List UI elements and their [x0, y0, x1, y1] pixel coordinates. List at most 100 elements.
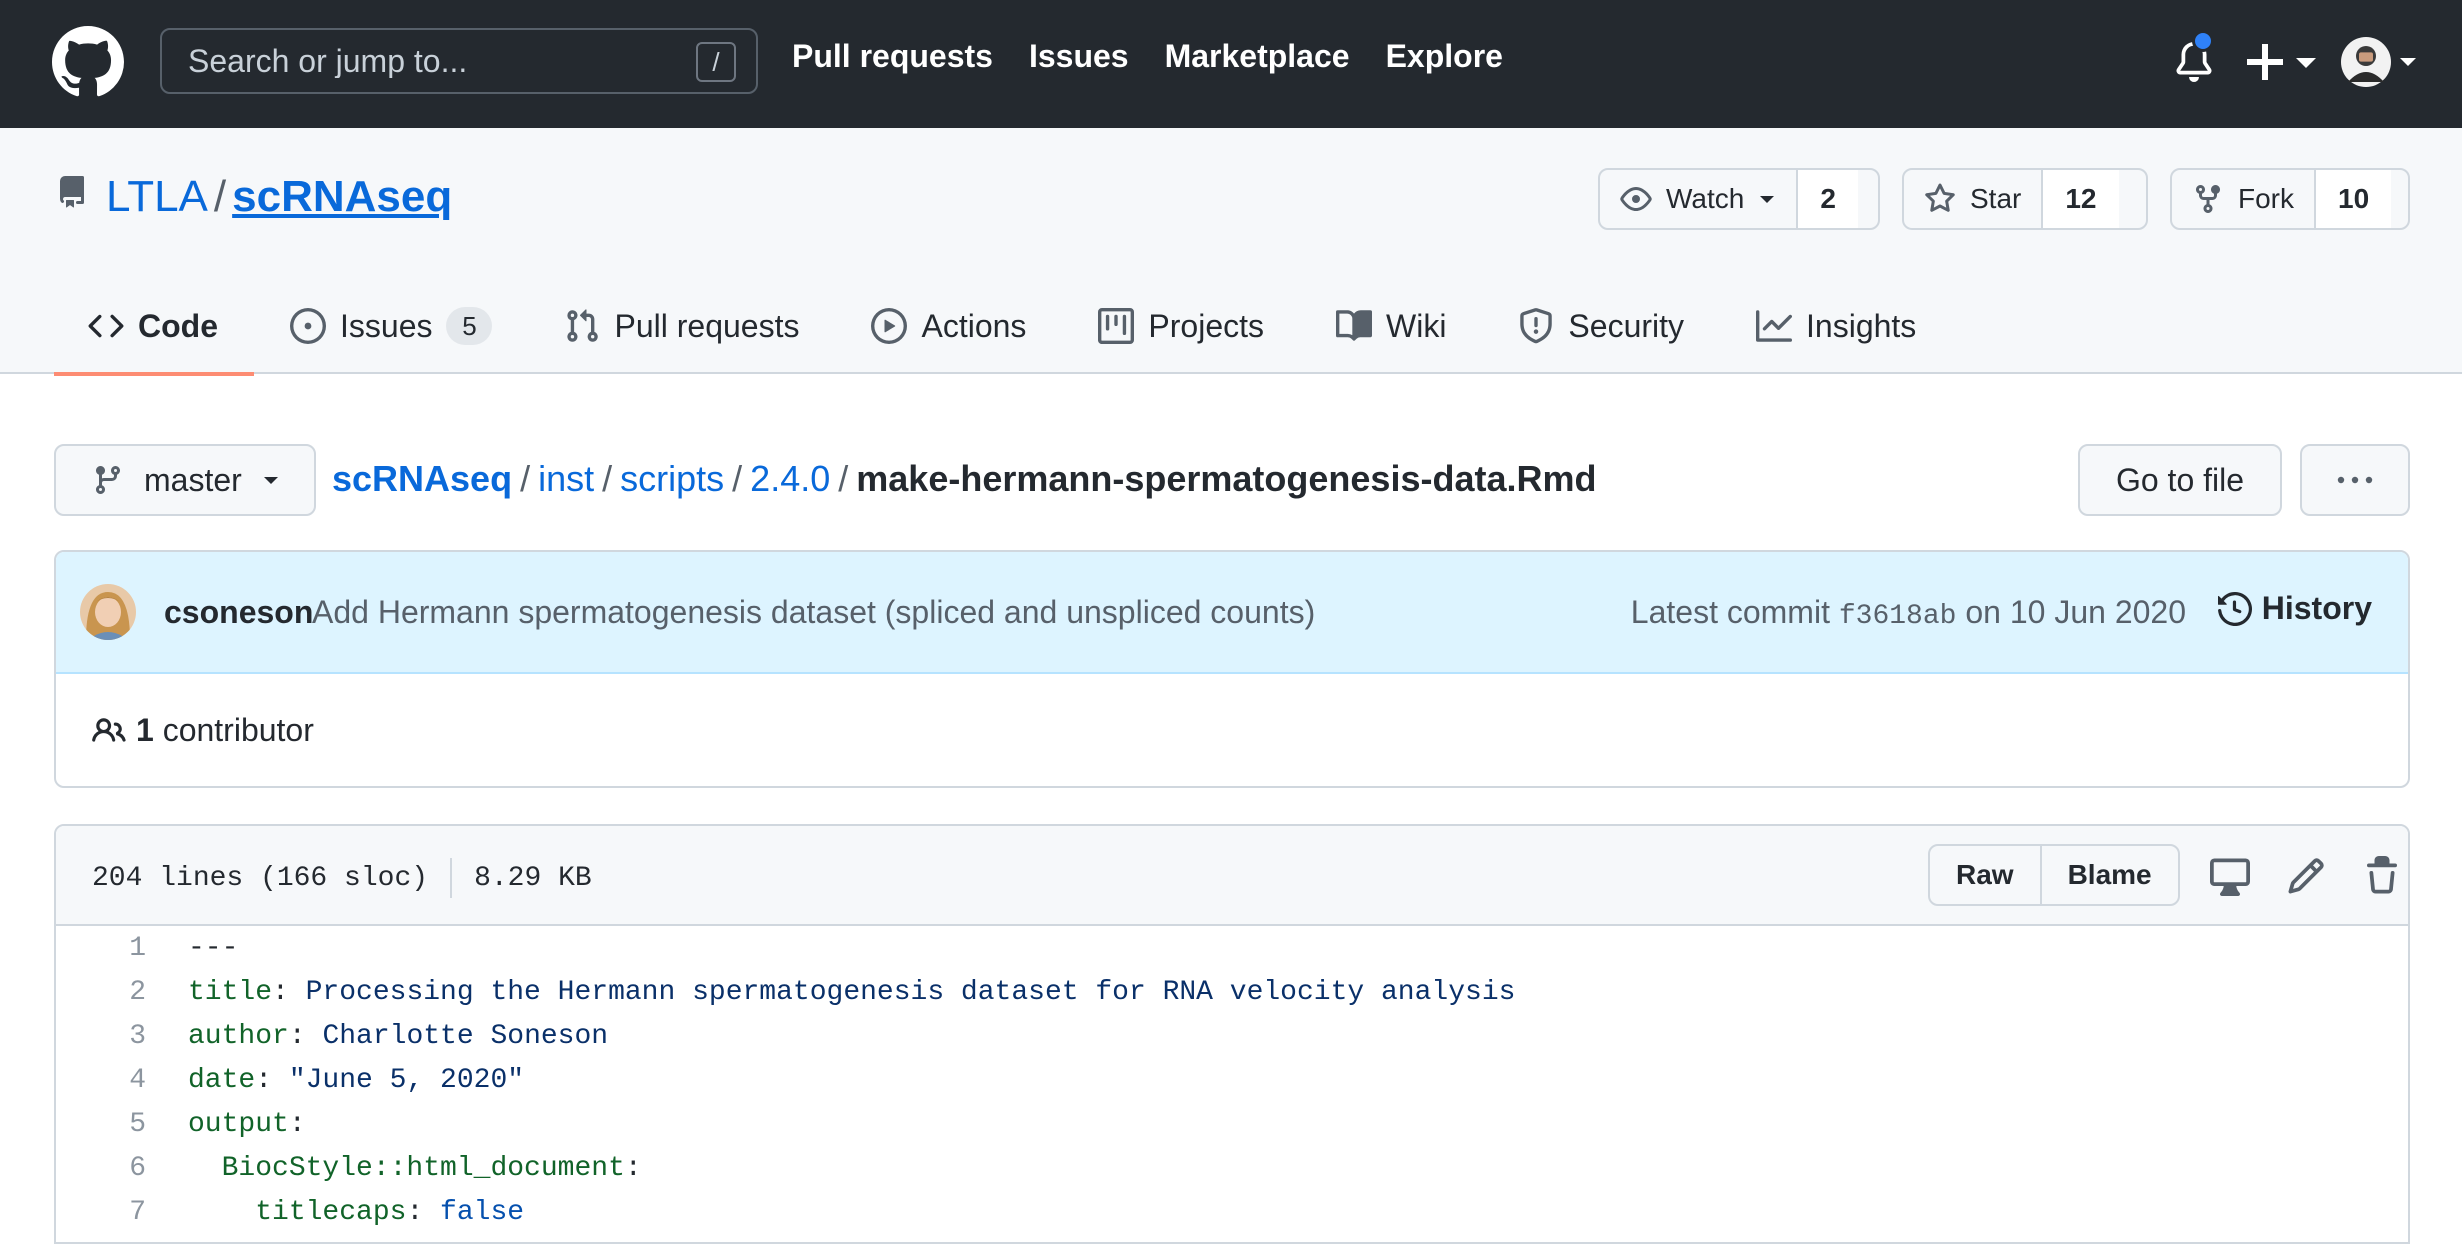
repo-header: LTLA / scRNAseq Watch 2 Star 12 Fork 10 Co… [0, 128, 2462, 376]
tab-security-label: Security [1568, 307, 1685, 344]
star-icon [1925, 183, 1955, 212]
line-number[interactable]: 1 [56, 933, 146, 964]
repo-tab-bar: Code Issues 5 Pull requests Actions Proj… [54, 278, 1952, 376]
kebab-horizontal-icon [2337, 476, 2373, 484]
repo-title-separator: / [213, 172, 227, 221]
line-content: author: Charlotte Soneson [188, 1020, 609, 1052]
line-content: title: Processing the Hermann spermatoge… [188, 976, 1516, 1008]
line-text: --- [188, 932, 239, 964]
commit-sha[interactable]: f3618ab [1839, 601, 1957, 632]
breadcrumb-inst-link[interactable]: inst [538, 458, 594, 499]
tab-actions[interactable]: Actions [835, 278, 1062, 374]
blame-button[interactable]: Blame [2039, 846, 2178, 904]
file-viewer: 204 lines (166 sloc) 8.29 KB Raw Blame 1… [54, 824, 2410, 1244]
history-button[interactable]: History [2217, 590, 2372, 627]
raw-blame-group: Raw Blame [1928, 844, 2180, 906]
breadcrumb-separator: / [520, 458, 531, 499]
eye-icon [1620, 187, 1652, 211]
nav-marketplace[interactable]: Marketplace [1165, 38, 1350, 75]
nav-explore[interactable]: Explore [1386, 38, 1503, 75]
yaml-key: output [188, 1108, 289, 1140]
breadcrumb-version-link[interactable]: 2.4.0 [750, 458, 830, 499]
line-number[interactable]: 7 [56, 1197, 146, 1228]
breadcrumb-repo-link[interactable]: scRNAseq [332, 458, 512, 499]
file-info: 204 lines (166 sloc) 8.29 KB [92, 858, 592, 898]
commit-author-avatar[interactable] [80, 584, 136, 640]
line-content: output: [188, 1108, 306, 1140]
nav-issues[interactable]: Issues [1029, 38, 1129, 75]
fork-button[interactable]: Fork [2172, 170, 2316, 228]
watch-button[interactable]: Watch [1600, 170, 1799, 228]
line-number[interactable]: 5 [56, 1109, 146, 1140]
graph-icon [1756, 310, 1793, 342]
line-number[interactable]: 4 [56, 1065, 146, 1096]
commit-author[interactable]: csoneson [164, 594, 313, 631]
fork-count[interactable]: 10 [2316, 170, 2392, 228]
repo-owner-link[interactable]: LTLA [106, 172, 208, 221]
breadcrumb-separator: / [838, 458, 849, 499]
code-line: 1 --- [56, 926, 2408, 970]
nav-pull-requests[interactable]: Pull requests [792, 38, 993, 75]
yaml-key: BiocStyle::html_document [188, 1152, 625, 1184]
file-size: 8.29 KB [474, 862, 592, 894]
star-label: Star [1970, 183, 2022, 214]
trash-icon[interactable] [2362, 856, 2402, 896]
breadcrumb: scRNAseq / inst / scripts/2.4.0/make-hermann… [332, 458, 1596, 500]
go-to-file-button[interactable]: Go to file [2078, 444, 2282, 516]
fork-icon [2196, 185, 2220, 214]
line-content: --- [146, 933, 238, 964]
line-number[interactable]: 2 [56, 977, 146, 1008]
tab-issues[interactable]: Issues 5 [254, 278, 528, 374]
star-button-group: Star 12 [1902, 168, 2148, 230]
tab-security[interactable]: Security [1482, 278, 1720, 374]
branch-selector[interactable]: master [54, 444, 316, 516]
code-line: 5 output: [56, 1102, 2408, 1146]
watch-button-group: Watch 2 [1598, 168, 1880, 230]
tab-wiki[interactable]: Wiki [1300, 278, 1482, 374]
book-icon [1336, 310, 1372, 341]
repo-icon [59, 176, 84, 208]
file-header: 204 lines (166 sloc) 8.29 KB Raw Blame [56, 826, 2408, 926]
code-icon [88, 314, 124, 338]
history-icon [2217, 591, 2252, 626]
line-content: titlecaps: false [188, 1196, 525, 1228]
github-logo-icon[interactable] [52, 26, 124, 98]
breadcrumb-scripts-link[interactable]: scripts [620, 458, 724, 499]
repo-name-link[interactable]: scRNAseq [232, 172, 452, 221]
more-options-button[interactable] [2300, 444, 2410, 516]
plus-icon[interactable] [2244, 40, 2320, 84]
tab-code[interactable]: Code [54, 278, 254, 376]
code-line: 3 author: Charlotte Soneson [56, 1014, 2408, 1058]
commit-meta-prefix: Latest commit [1630, 594, 1830, 630]
people-icon [92, 717, 126, 742]
commit-message[interactable]: Add Hermann spermatogenesis dataset (spl… [312, 594, 1315, 631]
search-box[interactable]: / [160, 28, 758, 94]
code-line: 4 date: "June 5, 2020" [56, 1058, 2408, 1102]
tab-pull-requests[interactable]: Pull requests [528, 278, 835, 374]
contributor-count: 1 [136, 712, 154, 748]
yaml-value: Processing the Hermann spermatogenesis d… [305, 976, 1516, 1008]
chevron-down-icon [1760, 196, 1775, 203]
star-button[interactable]: Star [1904, 170, 2044, 228]
yaml-key: author [188, 1020, 289, 1052]
line-content: date: "June 5, 2020" [188, 1064, 525, 1096]
watch-label: Watch [1666, 183, 1745, 214]
branch-icon [95, 466, 120, 495]
raw-button[interactable]: Raw [1930, 846, 2040, 904]
user-avatar-icon[interactable] [2340, 36, 2420, 88]
star-count[interactable]: 12 [2043, 170, 2119, 228]
line-number[interactable]: 3 [56, 1021, 146, 1052]
code-line: 2 title: Processing the Hermann spermatog… [56, 970, 2408, 1014]
tab-insights[interactable]: Insights [1720, 278, 1952, 374]
tab-projects[interactable]: Projects [1062, 278, 1300, 374]
search-shortcut-key: / [696, 42, 736, 82]
line-number[interactable]: 6 [56, 1153, 146, 1184]
global-nav: Pull requests Issues Marketplace Explore [792, 38, 1503, 75]
contributors-summary[interactable]: 1 contributor [92, 712, 314, 749]
search-input[interactable] [188, 44, 668, 78]
desktop-icon[interactable] [2210, 856, 2250, 896]
watch-count[interactable]: 2 [1798, 170, 1858, 228]
pencil-icon[interactable] [2286, 856, 2326, 896]
yaml-value: Charlotte Soneson [322, 1020, 609, 1052]
history-label: History [2261, 590, 2372, 626]
